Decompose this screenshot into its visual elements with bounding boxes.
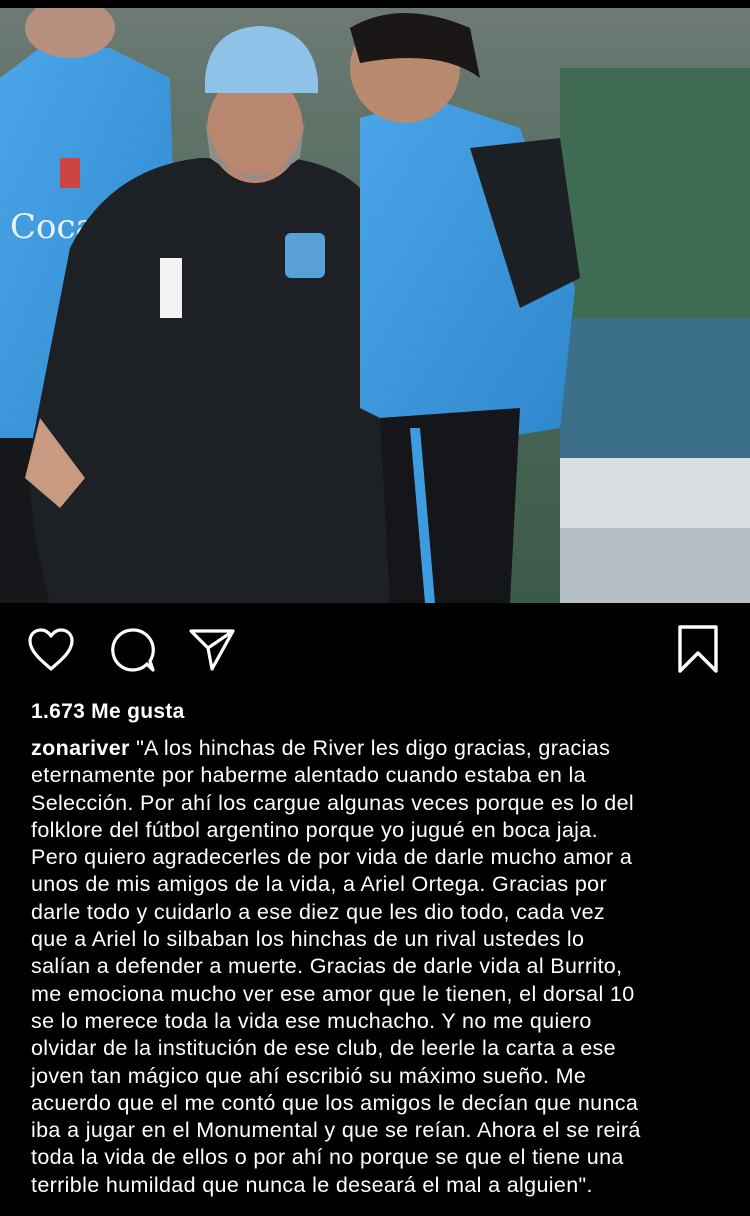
post-actions: [0, 603, 750, 698]
caption-line: zonariver "A los hinchas de River les di…: [31, 735, 731, 762]
caption-line: acuerdo que el me contó que los amigos l…: [31, 1090, 639, 1115]
caption-line: toda la vida de ellos o por ahí no porqu…: [31, 1145, 624, 1170]
caption-line: joven tan mágico que ahí escribió su máx…: [31, 1063, 587, 1088]
heart-outline-icon[interactable]: [25, 624, 77, 676]
caption-username[interactable]: zonariver: [31, 736, 130, 760]
caption-line: se lo merece toda la vida ese muchacho. …: [31, 1008, 592, 1033]
speech-bubble-icon[interactable]: [107, 624, 159, 676]
status-strip: [0, 0, 750, 8]
post-photo-image: Coca: [0, 8, 750, 603]
caption-text: "A los hinchas de River les digo gracias…: [129, 736, 611, 760]
caption-line: Pero quiero agradecerles de por vida de …: [31, 845, 633, 870]
post-caption: zonariver "A los hinchas de River les di…: [31, 735, 731, 1199]
caption-line: que a Ariel lo silbaban los hinchas de u…: [31, 927, 585, 952]
caption-line: iba a jugar en el Monumental y que se re…: [31, 1118, 641, 1143]
caption-line: salían a defender a muerte. Gracias de d…: [31, 954, 623, 979]
caption-line: olvidar de la institución de ese club, d…: [31, 1036, 616, 1061]
paper-plane-icon[interactable]: [186, 623, 238, 675]
caption-line: unos de mis amigos de la vida, a Ariel O…: [31, 872, 607, 897]
caption-line: folklore del fútbol argentino porque yo …: [31, 817, 598, 842]
caption-line: eternamente por haberme alentado cuando …: [31, 763, 586, 788]
caption-line: darle todo y cuidarlo a ese diez que les…: [31, 899, 606, 924]
likes-count[interactable]: 1.673 Me gusta: [31, 700, 185, 724]
caption-line: terrible humildad que nunca le deseará e…: [31, 1172, 593, 1197]
caption-line: Selección. Por ahí los cargue algunas ve…: [31, 790, 635, 815]
caption-line: me emociona mucho ver ese amor que le ti…: [31, 981, 635, 1006]
bookmark-outline-icon[interactable]: [672, 623, 724, 675]
post-photo[interactable]: Coca: [0, 8, 750, 603]
